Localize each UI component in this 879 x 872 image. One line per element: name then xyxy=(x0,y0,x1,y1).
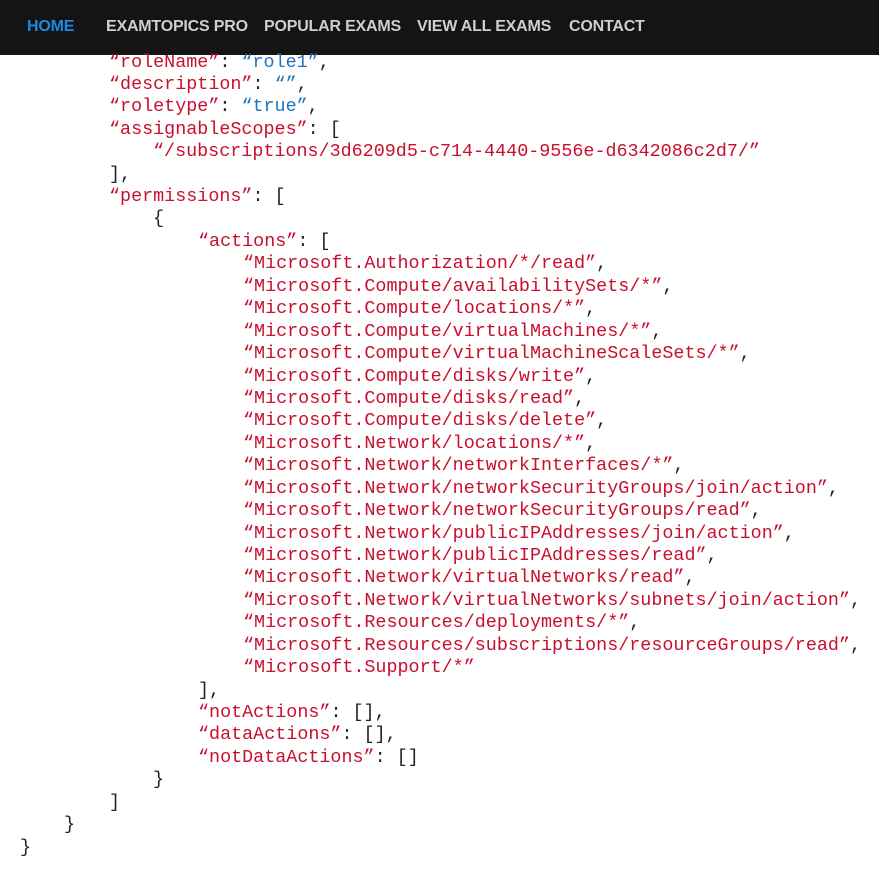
action-item: “Microsoft.Compute/virtualMachines/*”, xyxy=(243,321,663,342)
json-string-value: “role1” xyxy=(241,52,319,73)
nav-examtopics-pro-link[interactable]: EXAMTOPICS PRO xyxy=(106,18,248,36)
action-item: “Microsoft.Compute/locations/*”, xyxy=(243,298,597,319)
code-line-permissions: “permissions”: [ xyxy=(109,186,286,207)
json-key: “description” xyxy=(109,74,253,95)
top-navbar: HOME EXAMTOPICS PRO POPULAR EXAMS VIEW A… xyxy=(0,0,879,55)
code-line-bracket-close: ], xyxy=(109,164,132,185)
json-key: “assignableScopes” xyxy=(109,119,308,140)
action-item: “Microsoft.Support/*” xyxy=(243,657,475,678)
json-key: “notDataActions” xyxy=(198,747,375,768)
code-line-assignable-scopes: “assignableScopes”: [ xyxy=(109,119,341,140)
action-item: “Microsoft.Network/networkSecurityGroups… xyxy=(243,478,839,499)
code-line-permissions-close: ] xyxy=(109,792,121,813)
code-line-actions: “actions”: [ xyxy=(198,231,331,252)
nav-contact-link[interactable]: CONTACT xyxy=(569,18,645,36)
code-line-notactions: “notActions”: [], xyxy=(198,702,386,723)
json-string-value: “true” xyxy=(241,96,308,117)
nav-view-all-exams-link[interactable]: VIEW ALL EXAMS xyxy=(417,18,551,36)
action-item: “Microsoft.Compute/virtualMachineScaleSe… xyxy=(243,343,751,364)
nav-popular-exams-link[interactable]: POPULAR EXAMS xyxy=(264,18,401,36)
code-line-root-close: } xyxy=(20,837,32,858)
action-item: “Microsoft.Network/networkInterfaces/*”, xyxy=(243,455,685,476)
code-line-role-close: } xyxy=(64,814,76,835)
action-item: “Microsoft.Compute/disks/read”, xyxy=(243,388,586,409)
json-key: “roletype” xyxy=(109,96,220,117)
action-item: “Microsoft.Resources/deployments/*”, xyxy=(243,612,641,633)
json-string-value: “” xyxy=(274,74,297,95)
code-line-roletype: “roletype”: “true”, xyxy=(109,96,319,117)
action-item: “Microsoft.Network/locations/*”, xyxy=(243,433,597,454)
code-line-description: “description”: “”, xyxy=(109,74,308,95)
action-item: “Microsoft.Network/virtualNetworks/read”… xyxy=(243,567,696,588)
json-key: “dataActions” xyxy=(198,724,342,745)
action-item: “Microsoft.Network/networkSecurityGroups… xyxy=(243,500,762,521)
code-line-rolename: “roleName”: “role1”, xyxy=(109,52,330,73)
code-line-notdataactions: “notDataActions”: [] xyxy=(198,747,419,768)
code-line-actions-close: ], xyxy=(198,680,221,701)
action-item: “Microsoft.Network/publicIPAddresses/rea… xyxy=(243,545,718,566)
json-key: “notActions” xyxy=(198,702,331,723)
action-item: “Microsoft.Compute/disks/write”, xyxy=(243,366,597,387)
json-key: “permissions” xyxy=(109,186,253,207)
action-item: “Microsoft.Network/virtualNetworks/subne… xyxy=(243,590,862,611)
code-line-brace-open: { xyxy=(153,208,165,229)
code-line-brace-close: } xyxy=(153,769,165,790)
action-item: “Microsoft.Compute/disks/delete”, xyxy=(243,410,608,431)
json-key: “actions” xyxy=(198,231,298,252)
json-key: “roleName” xyxy=(109,52,220,73)
action-item: “Microsoft.Resources/subscriptions/resou… xyxy=(243,635,862,656)
code-line-dataactions: “dataActions”: [], xyxy=(198,724,397,745)
json-string-value: “/subscriptions/3d6209d5-c714-4440-9556e… xyxy=(153,141,760,162)
action-item: “Microsoft.Authorization/*/read”, xyxy=(243,253,608,274)
action-item: “Microsoft.Compute/availabilitySets/*”, xyxy=(243,276,674,297)
nav-home-link[interactable]: HOME xyxy=(27,18,74,36)
action-item: “Microsoft.Network/publicIPAddresses/joi… xyxy=(243,523,795,544)
code-line-scope-value: “/subscriptions/3d6209d5-c714-4440-9556e… xyxy=(153,141,760,163)
